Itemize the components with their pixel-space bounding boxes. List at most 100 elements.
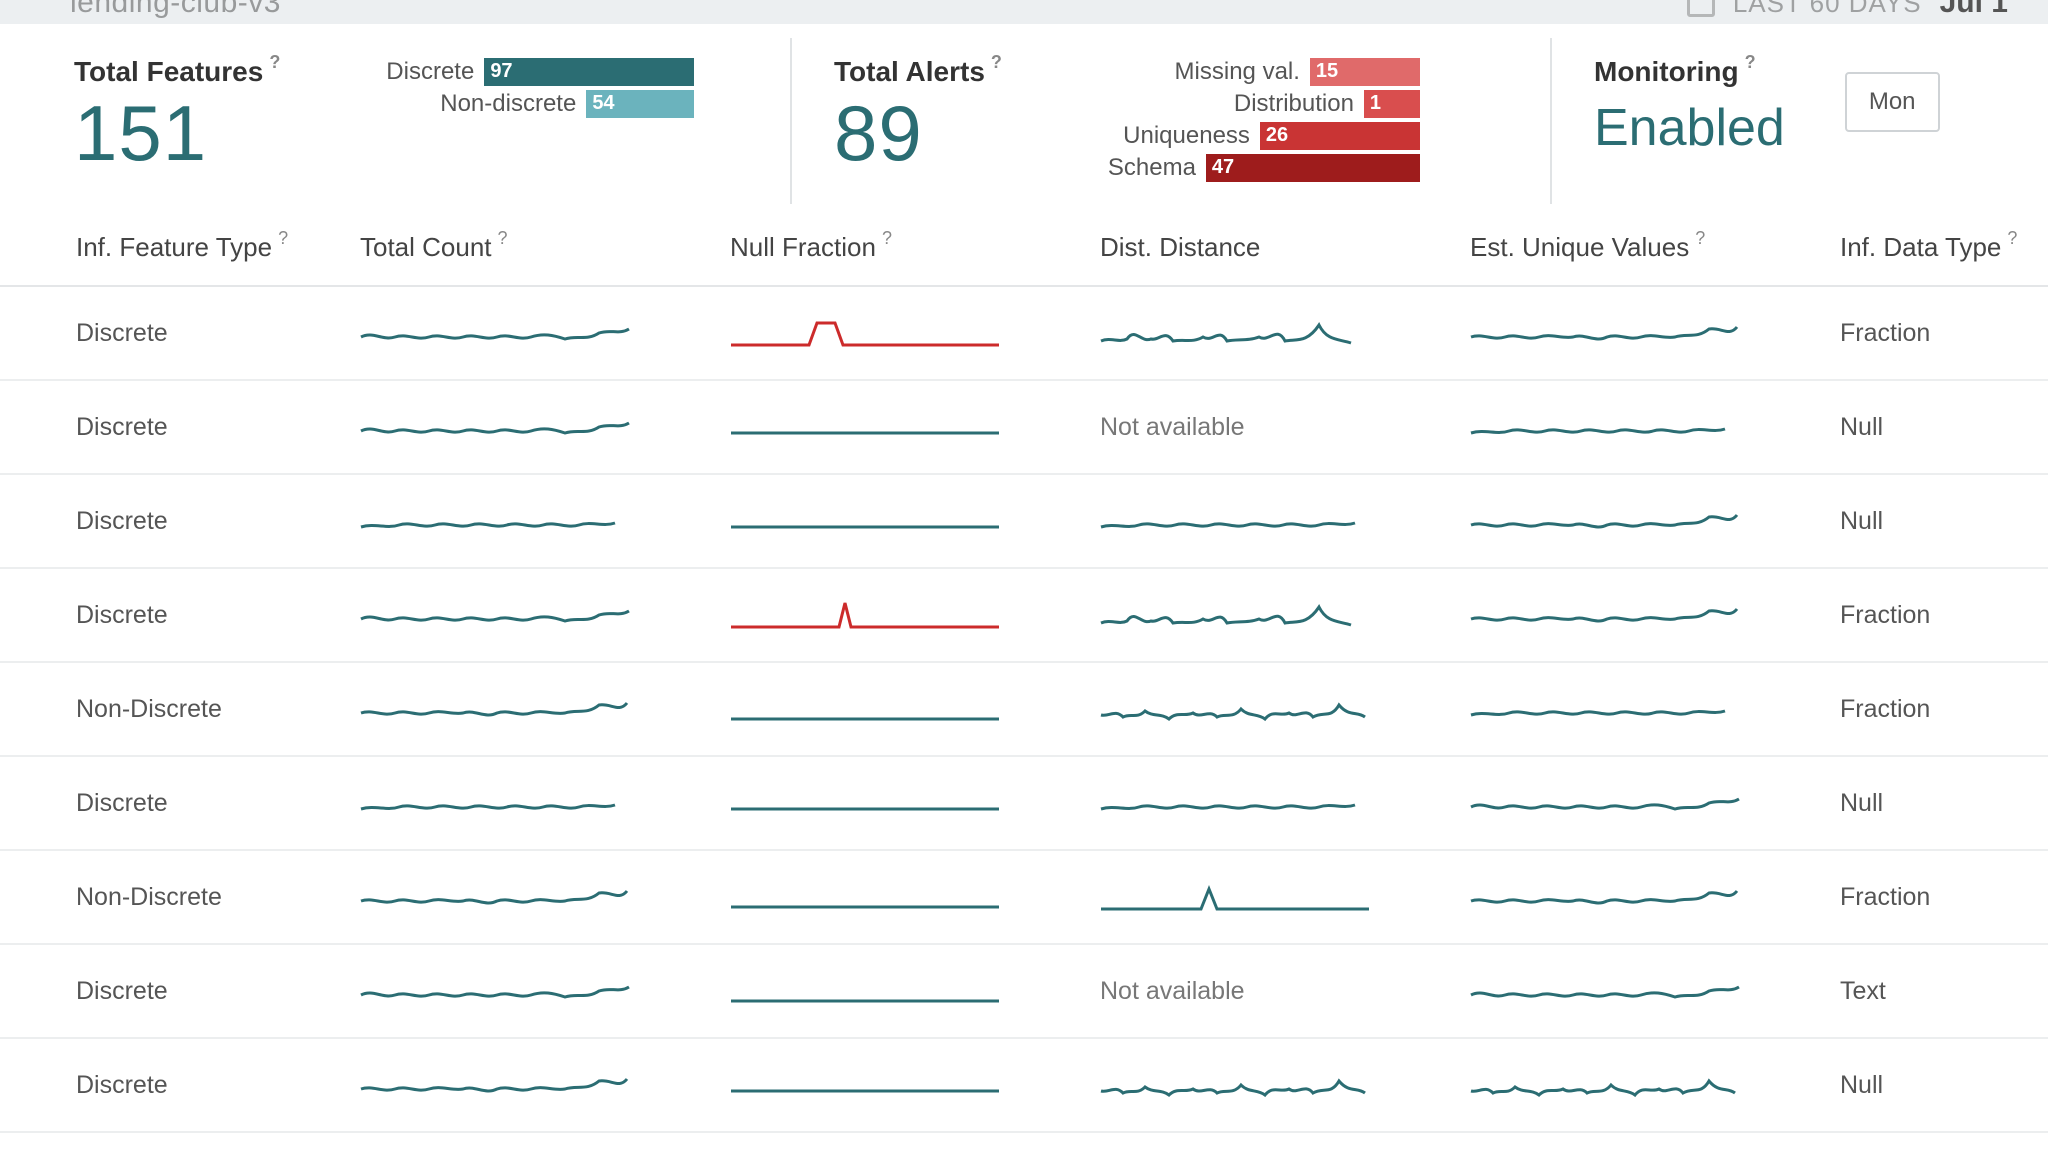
cell-feature-type: Discrete — [76, 319, 360, 348]
table-row[interactable]: DiscreteNull — [0, 757, 2048, 851]
breakdown-bar[interactable]: 47 — [1206, 154, 1420, 182]
sparkline[interactable] — [1470, 1067, 1742, 1103]
monitoring-button[interactable]: Mon — [1845, 72, 1940, 132]
alerts-title: Total Alerts — [834, 56, 985, 88]
sparkline[interactable] — [360, 315, 632, 351]
col-unique-values[interactable]: Est. Unique Values? — [1470, 232, 1840, 263]
sparkline[interactable] — [1470, 785, 1742, 821]
alerts-breakdown: Missing val.15Distribution1Uniqueness26S… — [1046, 56, 1420, 182]
cell-total-count — [360, 973, 730, 1009]
table-row[interactable]: Non-DiscreteFraction — [0, 663, 2048, 757]
cell-dist-distance: Not available — [1100, 413, 1470, 442]
date-range-label: LAST 60 DAYS — [1733, 0, 1922, 19]
col-total-count[interactable]: Total Count? — [360, 232, 730, 263]
sparkline[interactable] — [360, 879, 632, 915]
cell-data-type: Null — [1840, 413, 2048, 442]
cell-total-count — [360, 503, 730, 539]
table-row[interactable]: DiscreteNull — [0, 475, 2048, 569]
sparkline[interactable] — [360, 973, 632, 1009]
col-feature-type[interactable]: Inf. Feature Type? — [76, 232, 360, 263]
sparkline[interactable] — [1470, 973, 1742, 1009]
sparkline[interactable] — [1100, 879, 1372, 915]
sparkline[interactable] — [730, 879, 1002, 915]
cell-feature-type: Non-Discrete — [76, 695, 360, 724]
help-icon[interactable]: ? — [1695, 228, 1705, 249]
sparkline[interactable] — [730, 503, 1002, 539]
sparkline[interactable] — [360, 785, 632, 821]
sparkline[interactable] — [360, 1067, 632, 1103]
sparkline[interactable] — [1470, 597, 1742, 633]
breakdown-bar[interactable]: 15 — [1310, 58, 1420, 86]
cell-unique-values — [1470, 785, 1840, 821]
not-available-label: Not available — [1100, 413, 1245, 441]
sparkline[interactable] — [1470, 691, 1742, 727]
sparkline[interactable] — [730, 973, 1002, 1009]
sparkline[interactable] — [1470, 503, 1742, 539]
col-data-type[interactable]: Inf. Data Type? — [1840, 232, 2048, 263]
cell-unique-values — [1470, 315, 1840, 351]
sparkline[interactable] — [1470, 409, 1742, 445]
sparkline[interactable] — [730, 409, 1002, 445]
help-icon[interactable]: ? — [278, 228, 288, 249]
help-icon[interactable]: ? — [882, 228, 892, 249]
table-row[interactable]: DiscreteFraction — [0, 287, 2048, 381]
sparkline[interactable] — [360, 409, 632, 445]
sparkline[interactable] — [1100, 503, 1372, 539]
help-icon[interactable]: ? — [1745, 52, 1756, 73]
table-header: Inf. Feature Type? Total Count? Null Fra… — [0, 210, 2048, 287]
monitoring-title: Monitoring — [1594, 56, 1739, 88]
sparkline[interactable] — [730, 597, 1002, 633]
cell-total-count — [360, 1067, 730, 1103]
breadcrumb[interactable]: lending-club-v3 — [70, 0, 281, 20]
sparkline[interactable] — [360, 503, 632, 539]
sparkline[interactable] — [1100, 1067, 1372, 1103]
cell-data-type: Null — [1840, 1071, 2048, 1100]
cell-feature-type: Discrete — [76, 1071, 360, 1100]
breakdown-bar[interactable]: 1 — [1364, 90, 1420, 118]
cell-null-fraction — [730, 597, 1100, 633]
cell-total-count — [360, 691, 730, 727]
sparkline[interactable] — [730, 785, 1002, 821]
sparkline[interactable] — [730, 1067, 1002, 1103]
table-row[interactable]: DiscreteNot availableText — [0, 945, 2048, 1039]
table-row[interactable]: DiscreteFraction — [0, 569, 2048, 663]
help-icon[interactable]: ? — [498, 228, 508, 249]
sparkline[interactable] — [1470, 879, 1742, 915]
cell-null-fraction — [730, 503, 1100, 539]
cell-null-fraction — [730, 315, 1100, 351]
cell-dist-distance — [1100, 597, 1470, 633]
sparkline[interactable] — [730, 691, 1002, 727]
cell-data-type: Fraction — [1840, 883, 2048, 912]
calendar-icon[interactable] — [1687, 0, 1715, 17]
cell-null-fraction — [730, 785, 1100, 821]
breakdown-bar[interactable]: 54 — [586, 90, 694, 118]
sparkline[interactable] — [1470, 315, 1742, 351]
not-available-label: Not available — [1100, 977, 1245, 1005]
sparkline[interactable] — [1100, 691, 1372, 727]
card-monitoring: Monitoring ? Enabled Mon — [1552, 38, 2016, 204]
help-icon[interactable]: ? — [991, 52, 1002, 73]
col-dist-distance[interactable]: Dist. Distance — [1100, 232, 1470, 263]
help-icon[interactable]: ? — [2007, 228, 2017, 249]
cell-total-count — [360, 879, 730, 915]
breakdown-bar[interactable]: 26 — [1260, 122, 1420, 150]
sparkline[interactable] — [360, 597, 632, 633]
cell-dist-distance — [1100, 503, 1470, 539]
table-row[interactable]: Non-DiscreteFraction — [0, 851, 2048, 945]
breakdown-bar[interactable]: 97 — [484, 58, 694, 86]
cell-null-fraction — [730, 1067, 1100, 1103]
sparkline[interactable] — [730, 315, 1002, 351]
cell-feature-type: Discrete — [76, 977, 360, 1006]
sparkline[interactable] — [1100, 597, 1372, 633]
sparkline[interactable] — [1100, 785, 1372, 821]
col-null-fraction[interactable]: Null Fraction? — [730, 232, 1100, 263]
cell-feature-type: Discrete — [76, 507, 360, 536]
sparkline[interactable] — [1100, 315, 1372, 351]
cell-null-fraction — [730, 879, 1100, 915]
date-selected[interactable]: Jul 1 — [1940, 0, 2008, 20]
table-row[interactable]: Discrete Null — [0, 1039, 2048, 1133]
table-row[interactable]: DiscreteNot availableNull — [0, 381, 2048, 475]
help-icon[interactable]: ? — [269, 52, 280, 73]
card-total-features: Total Features ? 151 Discrete97Non-discr… — [32, 38, 792, 204]
sparkline[interactable] — [360, 691, 632, 727]
